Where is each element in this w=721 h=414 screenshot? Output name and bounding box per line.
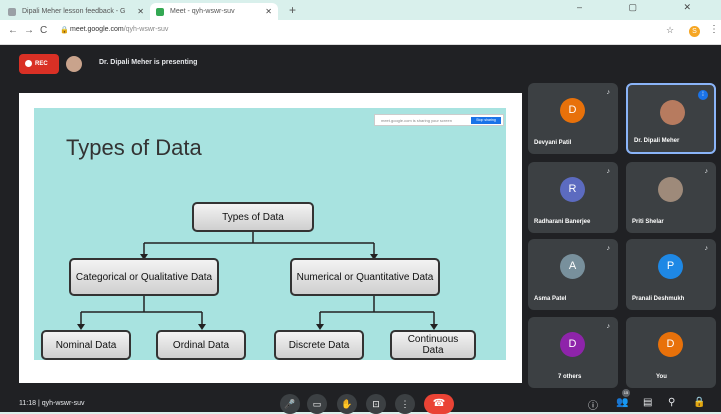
participant-name: Radharani Banerjee	[534, 219, 591, 225]
presenter-avatar	[66, 56, 82, 72]
back-arrow-icon[interactable]: ←	[8, 25, 18, 36]
separator: |	[37, 400, 40, 407]
participant-avatar: D	[560, 332, 585, 357]
node-numerical: Numerical or Quantitative Data	[290, 258, 440, 296]
diagram-connectors	[77, 230, 438, 330]
raise-hand-icon[interactable]: ✋	[337, 394, 357, 414]
extension-icon[interactable]: S	[689, 26, 700, 37]
new-tab-button[interactable]: +	[289, 3, 296, 17]
node-categorical: Categorical or Qualitative Data	[69, 258, 219, 296]
speaking-indicator-icon: ⁞	[698, 90, 708, 100]
meeting-details[interactable]: 11:18 | qyh-wswr-suv	[19, 400, 85, 407]
mic-muted-icon: ♪	[606, 245, 611, 252]
browser-tab-feedback[interactable]: Dipali Meher lesson feedback - G ✕	[2, 3, 150, 20]
participant-name: 7 others	[558, 374, 582, 380]
meet-window: REC Dr. Dipali Meher is presenting meet.…	[0, 45, 721, 414]
activities-icon[interactable]: ⚲	[668, 397, 675, 408]
node-discrete: Discrete Data	[274, 330, 364, 360]
participant-name: Dr. Dipali Meher	[634, 138, 680, 144]
record-dot-icon	[25, 60, 32, 67]
mic-muted-icon: ♪	[704, 168, 709, 175]
tab-close-icon[interactable]: ✕	[137, 3, 144, 20]
participant-name: Pranali Deshmukh	[632, 296, 685, 302]
host-controls-icon[interactable]: 🔒	[693, 397, 705, 408]
reload-icon[interactable]: C	[40, 25, 47, 36]
camera-toggle-icon[interactable]: ▭	[307, 394, 327, 414]
participant-tile[interactable]: D ♪ 7 others	[528, 317, 618, 388]
tab-title: Dipali Meher lesson feedback - G	[22, 8, 126, 15]
participant-avatar: D	[658, 332, 683, 357]
shared-screen: meet.google.com is sharing your screen S…	[19, 93, 522, 383]
node-nominal: Nominal Data	[41, 330, 131, 360]
forward-arrow-icon[interactable]: →	[24, 25, 34, 36]
presenting-text: Dr. Dipali Meher is presenting	[99, 59, 198, 66]
node-continuous: Continuous Data	[390, 330, 476, 360]
connector-level1	[143, 243, 375, 258]
present-screen-icon[interactable]: ⊡	[366, 394, 386, 414]
meeting-time: 11:18	[19, 400, 36, 407]
participant-avatar: P	[658, 254, 683, 279]
participant-tile[interactable]: ⁞ Dr. Dipali Meher	[626, 83, 716, 154]
chat-icon[interactable]: ▤	[643, 397, 652, 408]
connector-categorical	[80, 296, 203, 328]
mic-muted-icon: ♪	[606, 323, 611, 330]
participant-tile[interactable]: R ♪ Radharani Banerjee	[528, 162, 618, 233]
url-path: /qyh-wswr-suv	[123, 26, 169, 33]
node-ordinal: Ordinal Data	[156, 330, 246, 360]
lock-icon[interactable]: 🔒	[60, 26, 69, 34]
people-count-badge: 15	[622, 389, 630, 397]
participant-tile[interactable]: D You	[626, 317, 716, 388]
participant-avatar: D	[560, 98, 585, 123]
browser-tab-meet[interactable]: Meet - qyh-wswr-suv ✕	[150, 3, 278, 20]
more-options-icon[interactable]: ⋮	[395, 394, 415, 414]
meeting-info-icon[interactable]: ⓘ	[588, 397, 598, 412]
participant-tile[interactable]: D ♪ Devyani Patil	[528, 83, 618, 154]
participant-avatar	[660, 100, 685, 125]
participant-name: You	[656, 374, 667, 380]
slide: meet.google.com is sharing your screen S…	[34, 108, 506, 360]
window-controls[interactable]: – ▢ ✕	[577, 2, 713, 13]
rec-label: REC	[35, 61, 48, 67]
address-bar: ← → C 🔒 meet.google.com/qyh-wswr-suv ☆ S…	[0, 20, 721, 45]
participant-name: Devyani Patil	[534, 140, 572, 146]
participant-name: Priti Shelar	[632, 219, 664, 225]
tab-favicon-icon	[8, 8, 16, 16]
browser-tab-strip: Dipali Meher lesson feedback - G ✕ Meet …	[0, 0, 721, 20]
recording-badge[interactable]: REC	[19, 54, 59, 74]
participant-avatar: R	[560, 177, 585, 202]
url-field[interactable]: meet.google.com/qyh-wswr-suv	[70, 26, 168, 33]
url-host: meet.google.com	[70, 26, 124, 33]
meeting-code: qyh-wswr-suv	[41, 400, 85, 407]
people-icon[interactable]: 👥	[616, 397, 628, 408]
participant-tile[interactable]: A ♪ Asma Patel	[528, 239, 618, 310]
connector-numerical	[319, 296, 435, 328]
mic-muted-icon: ♪	[606, 168, 611, 175]
node-types-of-data: Types of Data	[192, 202, 314, 232]
participant-avatar: A	[560, 254, 585, 279]
browser-menu-icon[interactable]: ⋮	[709, 24, 719, 35]
participant-tile[interactable]: ♪ Priti Shelar	[626, 162, 716, 233]
mic-toggle-icon[interactable]: 🎤	[280, 394, 300, 414]
mic-muted-icon: ♪	[704, 245, 709, 252]
meet-favicon-icon	[156, 8, 164, 16]
participant-name: Asma Patel	[534, 296, 567, 302]
tab-title: Meet - qyh-wswr-suv	[170, 8, 235, 15]
mic-muted-icon: ♪	[606, 89, 611, 96]
end-call-button[interactable]: ☎	[424, 394, 454, 414]
bookmark-star-icon[interactable]: ☆	[666, 25, 674, 36]
participant-avatar	[658, 177, 683, 202]
tab-close-icon[interactable]: ✕	[265, 3, 272, 20]
participant-tile[interactable]: P ♪ Pranali Deshmukh	[626, 239, 716, 310]
